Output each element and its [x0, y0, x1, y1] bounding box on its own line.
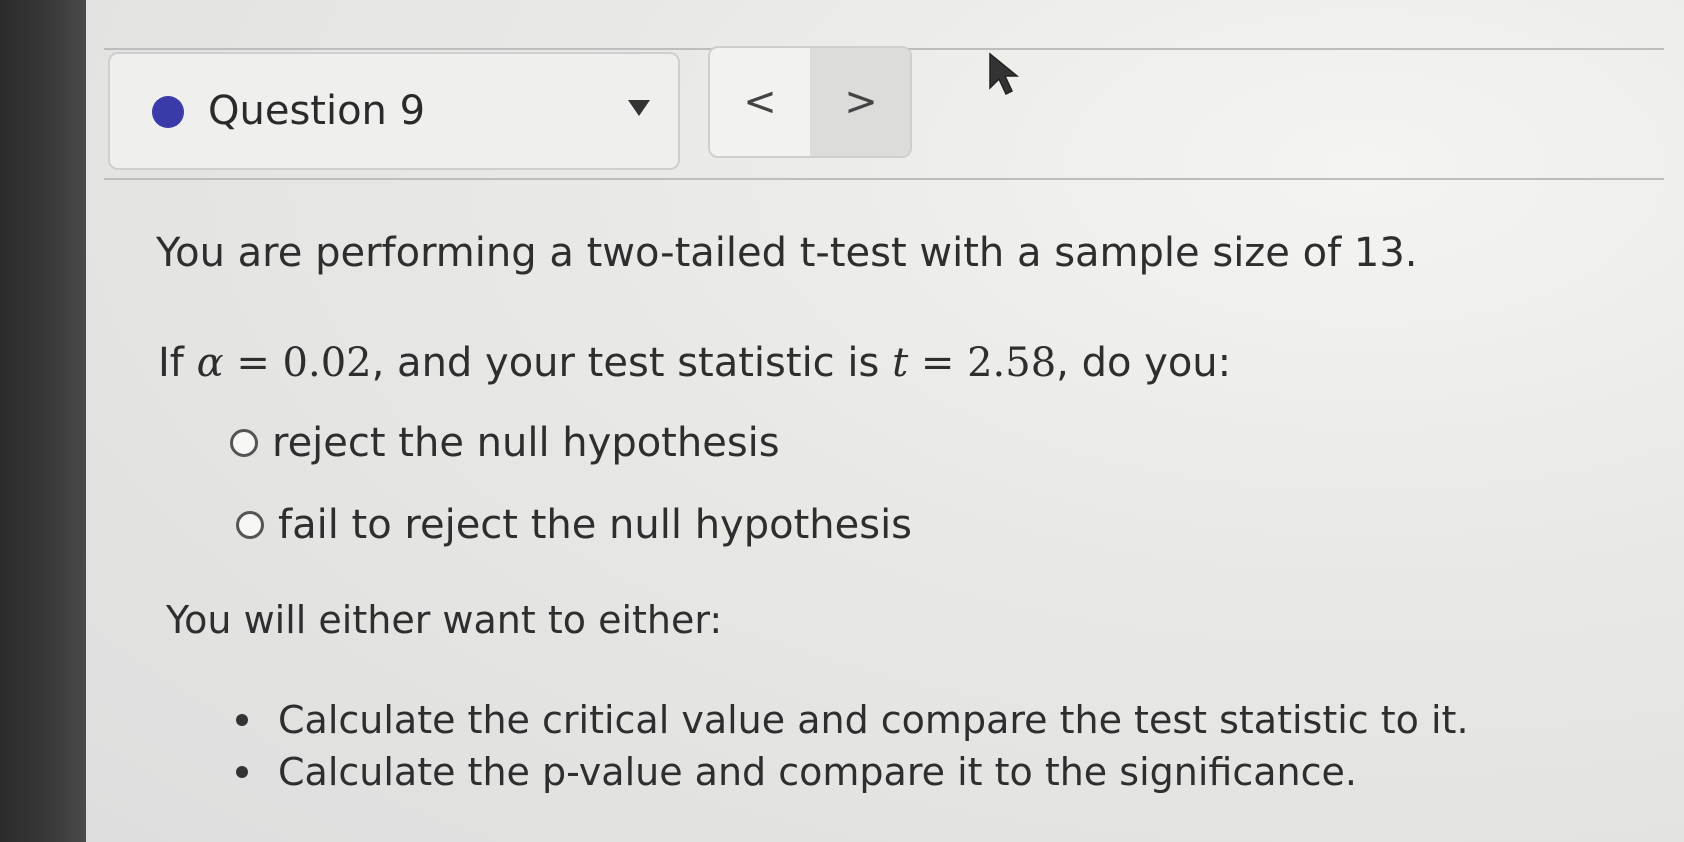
answer-option-label: reject the null hypothesis	[272, 420, 780, 466]
question-navigation: < >	[708, 46, 912, 158]
prompt-suffix: , do you:	[1056, 340, 1232, 386]
question-intro: You are performing a two-tailed t-test w…	[156, 230, 1418, 276]
question-status-dot	[152, 96, 184, 128]
radio-button-reject[interactable]	[230, 429, 258, 457]
chevron-right-icon: >	[844, 79, 878, 125]
hint-list-item: Calculate the p-value and compare it to …	[236, 746, 1469, 798]
hint-list: Calculate the critical value and compare…	[236, 694, 1469, 798]
hint-item-text: Calculate the p-value and compare it to …	[278, 750, 1357, 794]
divider-bottom	[104, 178, 1664, 180]
question-label: Question 9	[208, 88, 426, 134]
mouse-pointer-icon	[989, 52, 1020, 96]
question-prompt: If α = 0.02, and your test statistic is …	[158, 340, 1231, 386]
answer-option-label: fail to reject the null hypothesis	[278, 502, 913, 548]
radio-button-fail-to-reject[interactable]	[236, 511, 264, 539]
prompt-middle: , and your test statistic is	[371, 340, 893, 386]
answer-option-reject[interactable]: reject the null hypothesis	[230, 420, 780, 466]
caret-down-icon[interactable]	[628, 100, 650, 116]
next-question-button[interactable]: >	[810, 48, 910, 156]
quiz-page: Question 9 < > You are performing a two-…	[86, 0, 1684, 842]
chevron-left-icon: <	[743, 79, 777, 125]
hint-list-item: Calculate the critical value and compare…	[236, 694, 1469, 746]
screen-bezel	[0, 0, 86, 842]
prompt-prefix: If	[158, 340, 197, 386]
previous-question-button[interactable]: <	[710, 48, 812, 156]
alpha-value: = 0.02	[223, 340, 372, 386]
bullet-icon	[236, 766, 248, 778]
alpha-symbol: α	[196, 340, 224, 386]
answer-option-fail-to-reject[interactable]: fail to reject the null hypothesis	[236, 502, 912, 548]
hint-item-text: Calculate the critical value and compare…	[278, 698, 1469, 742]
t-symbol: t	[892, 340, 909, 386]
question-selector[interactable]: Question 9	[108, 52, 680, 170]
t-value: = 2.58	[908, 340, 1057, 386]
bullet-icon	[236, 714, 248, 726]
hint-intro: You will either want to either:	[166, 598, 723, 642]
